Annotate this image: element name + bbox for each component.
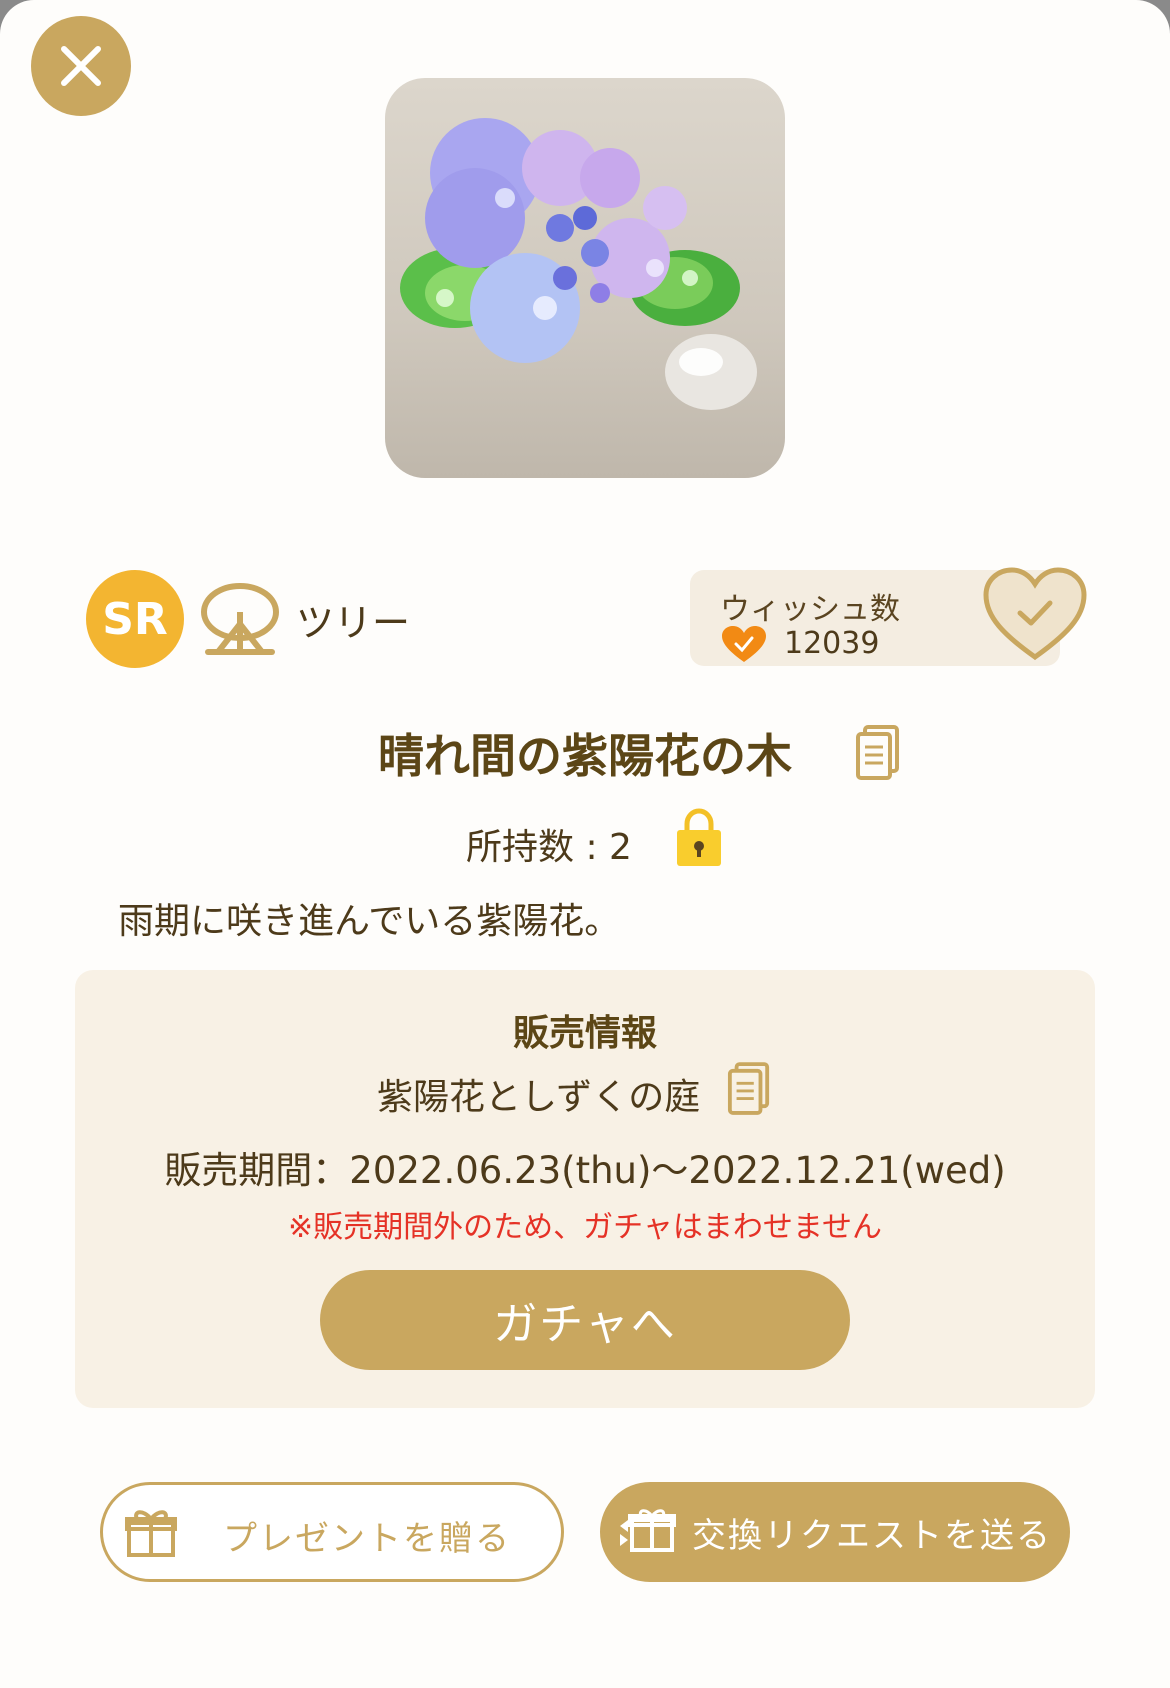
go-to-gacha-button[interactable]: ガチャへ [320,1270,850,1370]
send-present-button[interactable]: プレゼントを贈る [100,1482,564,1582]
gacha-name: 紫陽花としずくの庭 [377,1077,701,1118]
wish-heart-button[interactable] [980,565,1090,663]
category-label: ツリー [296,601,411,645]
close-button[interactable] [31,16,131,116]
item-title: 晴れ間の紫陽花の木 [378,729,792,783]
wish-count-value: 12039 [784,626,880,661]
item-detail-sheet: SR ツリー ウィッシュ数 12039 晴れ間の紫陽花の木 所持数 : 2 雨期… [0,0,1170,1688]
orange-heart-icon [722,626,766,662]
owned-count: 所持数 : 2 [466,827,632,868]
wish-label: ウィッシュ数 [720,592,900,627]
sale-heading: 販売情報 [512,1013,657,1054]
trade-label: 交換リクエストを送る [692,1516,1052,1556]
copy-icon[interactable] [855,725,901,781]
close-icon [61,46,101,86]
tree-icon [201,583,279,655]
sale-period: 販売期間：2022.06.23(thu)〜2022.12.21(wed) [164,1149,1006,1192]
exchange-gift-icon [620,1509,676,1552]
item-description: 雨期に咲き進んでいる紫陽花。 [118,901,621,942]
trade-request-button[interactable]: 交換リクエストを送る [600,1482,1070,1582]
present-label: プレゼントを贈る [223,1519,511,1559]
sale-info-panel: 販売情報 紫陽花としずくの庭 販売期間：2022.06.23(thu)〜2022… [75,970,1095,1408]
copy-icon[interactable] [727,1062,771,1116]
gift-icon [125,1510,177,1557]
rarity-badge: SR [86,570,184,668]
item-image [385,78,785,478]
sale-warning: ※販売期間外のため、ガチャはまわせません [288,1210,882,1245]
lock-icon[interactable] [674,808,724,868]
